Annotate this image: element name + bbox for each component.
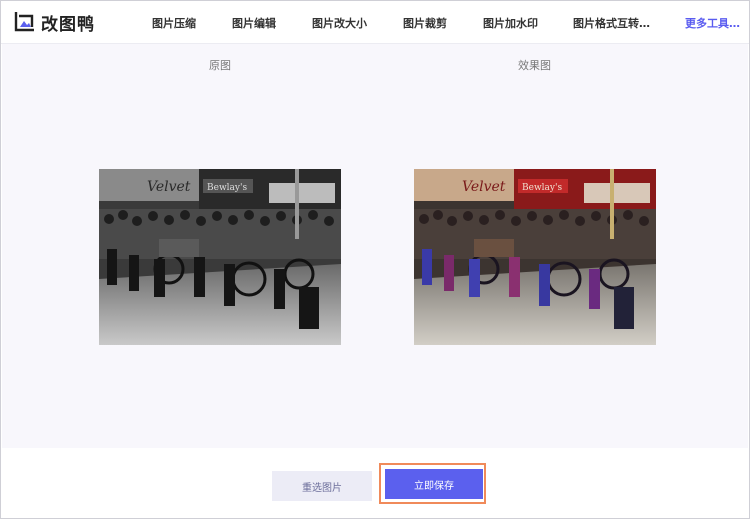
- original-label: 原图: [209, 59, 231, 72]
- action-bar: 重选图片 立即保存: [2, 448, 748, 518]
- result-image: Bewlay's Velvet: [414, 169, 656, 345]
- nav-more-tools[interactable]: 更多工具…: [685, 15, 740, 31]
- nav-item-compress[interactable]: 图片压缩: [152, 15, 196, 31]
- nav-item-watermark[interactable]: 图片加水印: [483, 15, 538, 31]
- nav-item-edit[interactable]: 图片编辑: [232, 15, 276, 31]
- reselect-image-button[interactable]: 重选图片: [272, 471, 372, 501]
- storefront-sign: Bewlay's: [207, 183, 247, 193]
- save-now-button[interactable]: 立即保存: [385, 469, 483, 499]
- nav-item-format-convert[interactable]: 图片格式互转…: [573, 15, 650, 31]
- result-photo-graphic: Bewlay's Velvet: [414, 169, 656, 345]
- main-nav: 图片压缩 图片编辑 图片改大小 图片裁剪 图片加水印 图片格式互转… 更多工具…: [1, 1, 749, 43]
- comparison-area: 原图 效果图 Bewlay's Velvet Bewlay's Velvet: [2, 44, 748, 448]
- original-image: Bewlay's Velvet: [99, 169, 341, 345]
- nav-item-resize[interactable]: 图片改大小: [312, 15, 367, 31]
- result-label: 效果图: [518, 59, 551, 72]
- original-photo-graphic: Bewlay's Velvet: [99, 169, 341, 345]
- top-nav-bar: 改图鸭 图片压缩 图片编辑 图片改大小 图片裁剪 图片加水印 图片格式互转… 更…: [1, 1, 749, 44]
- colorized-storefront-sign: Bewlay's: [522, 183, 562, 193]
- app-window: 改图鸭 图片压缩 图片编辑 图片改大小 图片裁剪 图片加水印 图片格式互转… 更…: [0, 0, 750, 519]
- billboard-sign: Velvet: [147, 179, 191, 195]
- nav-item-crop[interactable]: 图片裁剪: [403, 15, 447, 31]
- colorized-billboard-sign: Velvet: [462, 179, 506, 195]
